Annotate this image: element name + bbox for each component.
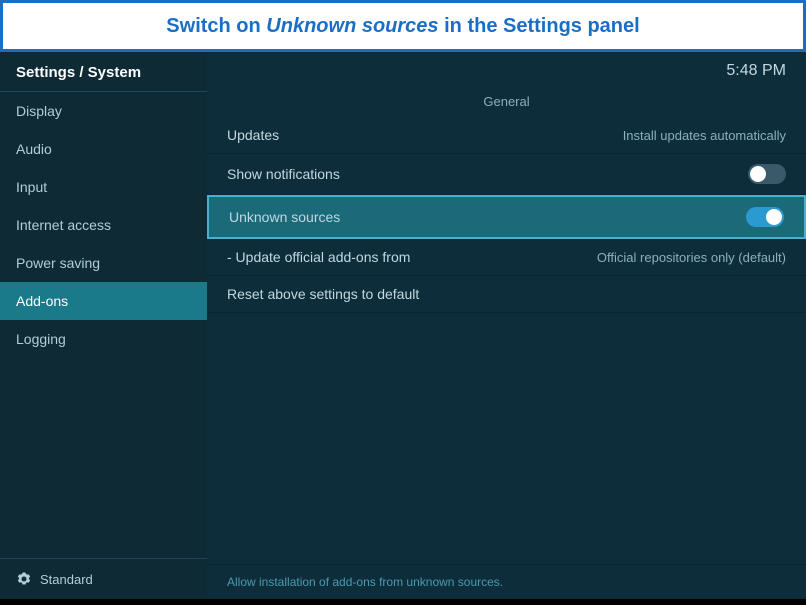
sidebar-header: Settings / System (0, 52, 207, 92)
settings-row-updates[interactable]: Updates Install updates automatically (207, 117, 806, 154)
sidebar-item-label: Internet access (16, 217, 111, 233)
sidebar-footer: Standard (0, 558, 207, 599)
sidebar-item-logging[interactable]: Logging (0, 320, 207, 358)
topbar: 5:48 PM (207, 52, 806, 90)
sidebar-title: Settings / System (16, 64, 141, 81)
sidebar-item-display[interactable]: Display (0, 92, 207, 130)
settings-row-reset-settings[interactable]: Reset above settings to default (207, 276, 806, 313)
settings-content: General Updates Install updates automati… (207, 90, 806, 564)
profile-label: Standard (40, 572, 93, 587)
unknown-sources-toggle[interactable] (746, 207, 784, 227)
sidebar-item-label: Power saving (16, 255, 100, 271)
row-label: - Update official add-ons from (227, 249, 410, 265)
content-area: 5:48 PM General Updates Install updates … (207, 52, 806, 599)
row-label: Updates (227, 127, 279, 143)
bottom-hint: Allow installation of add-ons from unkno… (207, 564, 806, 599)
gear-icon (16, 571, 32, 587)
settings-row-unknown-sources[interactable]: Unknown sources (207, 195, 806, 239)
banner: Switch on Unknown sources in the Setting… (0, 0, 806, 52)
sidebar-item-label: Input (16, 179, 47, 195)
sidebar-item-label: Display (16, 103, 62, 119)
banner-text-after: in the Settings panel (439, 15, 640, 37)
settings-row-update-official-addons[interactable]: - Update official add-ons from Official … (207, 239, 806, 276)
sidebar-item-label: Add-ons (16, 293, 68, 309)
row-value: Install updates automatically (623, 128, 786, 143)
show-notifications-toggle[interactable] (748, 164, 786, 184)
banner-text-before: Switch on (166, 15, 266, 37)
sidebar-item-add-ons[interactable]: Add-ons (0, 282, 207, 320)
row-label: Reset above settings to default (227, 286, 419, 302)
section-label: General (207, 90, 806, 117)
row-value: Official repositories only (default) (597, 250, 786, 265)
sidebar-item-label: Logging (16, 331, 66, 347)
sidebar-item-input[interactable]: Input (0, 168, 207, 206)
row-label: Show notifications (227, 166, 340, 182)
settings-row-show-notifications[interactable]: Show notifications (207, 154, 806, 195)
clock: 5:48 PM (726, 62, 786, 80)
row-label: Unknown sources (229, 209, 340, 225)
sidebar-item-audio[interactable]: Audio (0, 130, 207, 168)
main-container: Settings / System Display Audio Input In… (0, 52, 806, 599)
sidebar-item-internet-access[interactable]: Internet access (0, 206, 207, 244)
sidebar-item-label: Audio (16, 141, 52, 157)
sidebar-item-power-saving[interactable]: Power saving (0, 244, 207, 282)
sidebar: Settings / System Display Audio Input In… (0, 52, 207, 599)
banner-text-italic: Unknown sources (266, 15, 438, 37)
